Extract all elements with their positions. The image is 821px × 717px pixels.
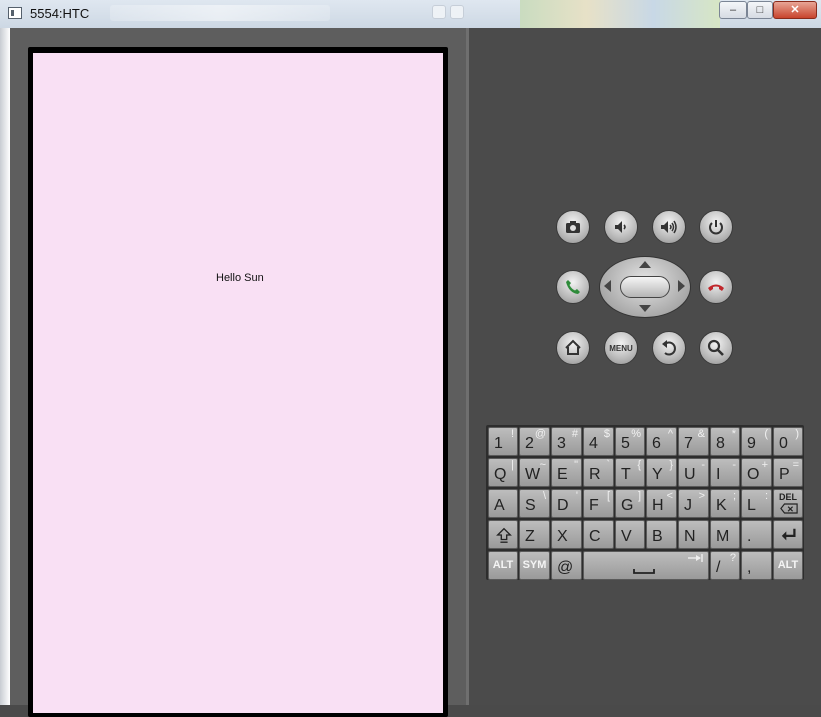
- key-k[interactable]: K;: [710, 489, 740, 518]
- key-enter[interactable]: [773, 520, 803, 549]
- backspace-icon: [780, 503, 798, 514]
- window-left-edge: [0, 28, 10, 705]
- back-button[interactable]: [652, 331, 686, 365]
- key-alt-right[interactable]: ALT: [773, 551, 803, 580]
- dpad-up-arrow-icon[interactable]: [639, 261, 651, 268]
- search-icon: [707, 339, 724, 356]
- back-icon: [662, 340, 676, 356]
- key-z[interactable]: Z: [519, 520, 550, 549]
- key-d[interactable]: D ': [551, 489, 582, 518]
- app-icon: [8, 7, 22, 19]
- end-call-icon: [708, 284, 724, 291]
- key-t[interactable]: T{: [615, 458, 645, 487]
- key-s[interactable]: S \: [519, 489, 550, 518]
- dpad-left-arrow-icon[interactable]: [604, 280, 611, 292]
- key-o[interactable]: O +: [741, 458, 772, 487]
- shift-icon: [496, 527, 512, 543]
- key-slash[interactable]: /?: [710, 551, 740, 580]
- key-1[interactable]: 1!: [488, 427, 518, 456]
- key-0[interactable]: 0): [773, 427, 803, 456]
- search-button[interactable]: [699, 331, 733, 365]
- key-e[interactable]: E ": [551, 458, 582, 487]
- volume-down-button[interactable]: [604, 210, 638, 244]
- key-8[interactable]: 8 *: [710, 427, 740, 456]
- key-g[interactable]: G]: [615, 489, 645, 518]
- power-icon: [709, 220, 723, 235]
- camera-icon: [566, 221, 580, 233]
- space-icon: [633, 554, 703, 574]
- key-j[interactable]: J >: [678, 489, 709, 518]
- key-period[interactable]: .: [741, 520, 772, 549]
- key-sym[interactable]: SYM: [519, 551, 550, 580]
- key-4[interactable]: 4 $: [583, 427, 614, 456]
- del-label: DEL: [779, 492, 797, 502]
- key-u[interactable]: U-: [678, 458, 709, 487]
- key-space[interactable]: [583, 551, 709, 580]
- background-window-button: [450, 5, 464, 19]
- key-i[interactable]: I-: [710, 458, 740, 487]
- key-v[interactable]: V: [615, 520, 645, 549]
- key-x[interactable]: X: [551, 520, 582, 549]
- key-a[interactable]: A: [488, 489, 518, 518]
- volume-up-button[interactable]: [652, 210, 686, 244]
- title-bar-background-blur: [110, 5, 330, 21]
- key-del[interactable]: DEL: [773, 489, 803, 518]
- hello-text: Hello Sun: [216, 272, 264, 284]
- key-p[interactable]: P =: [773, 458, 803, 487]
- key-w[interactable]: W ~: [519, 458, 550, 487]
- dpad-center-button[interactable]: [620, 276, 670, 298]
- device-screen[interactable]: Hello Sun: [33, 53, 443, 713]
- key-f[interactable]: F[: [583, 489, 614, 518]
- volume-down-icon: [615, 221, 626, 233]
- key-6[interactable]: 6 ^: [646, 427, 677, 456]
- emulator-control-panel: [469, 28, 821, 705]
- home-button[interactable]: [556, 331, 590, 365]
- key-b[interactable]: B: [646, 520, 677, 549]
- dpad-down-arrow-icon[interactable]: [639, 305, 651, 312]
- key-comma[interactable]: ,: [741, 551, 772, 580]
- call-button[interactable]: [556, 270, 590, 304]
- key-5[interactable]: 5%: [615, 427, 645, 456]
- key-c[interactable]: C: [583, 520, 614, 549]
- close-button[interactable]: ✕: [773, 1, 817, 19]
- key-7[interactable]: 7 &: [678, 427, 709, 456]
- minimize-button[interactable]: ‒: [719, 1, 747, 19]
- power-button[interactable]: [699, 210, 733, 244]
- key-h[interactable]: H <: [646, 489, 677, 518]
- background-window-button: [432, 5, 446, 19]
- key-2[interactable]: 2 @: [519, 427, 550, 456]
- window-title-bar: 5554:HTC ‒ □ ✕: [0, 0, 821, 29]
- window-title: 5554:HTC: [30, 6, 90, 21]
- key-r[interactable]: R `: [583, 458, 614, 487]
- end-call-button[interactable]: [699, 270, 733, 304]
- key-n[interactable]: N: [678, 520, 709, 549]
- menu-label: MENU: [609, 343, 633, 353]
- dpad-right-arrow-icon[interactable]: [678, 280, 685, 292]
- title-bar-background-map: [520, 0, 720, 28]
- key-l[interactable]: L:: [741, 489, 772, 518]
- key-q[interactable]: Q |: [488, 458, 518, 487]
- key-y[interactable]: Y}: [646, 458, 677, 487]
- menu-button[interactable]: MENU: [604, 331, 638, 365]
- key-3[interactable]: 3 #: [551, 427, 582, 456]
- key-9[interactable]: 9(: [741, 427, 772, 456]
- key-shift[interactable]: [488, 520, 518, 549]
- volume-up-icon: [661, 220, 677, 234]
- camera-button[interactable]: [556, 210, 590, 244]
- home-icon: [565, 339, 581, 355]
- key-at[interactable]: @: [551, 551, 582, 580]
- key-alt-left[interactable]: ALT: [488, 551, 518, 580]
- key-m[interactable]: M: [710, 520, 740, 549]
- call-icon: [566, 280, 580, 294]
- enter-icon: [781, 528, 796, 541]
- maximize-button[interactable]: □: [747, 1, 773, 19]
- keyboard: 1! 2 @ 3 # 4 $ 5% 6 ^ 7 & 8 * 9( 0) Q | W ~ E " R…: [486, 425, 804, 580]
